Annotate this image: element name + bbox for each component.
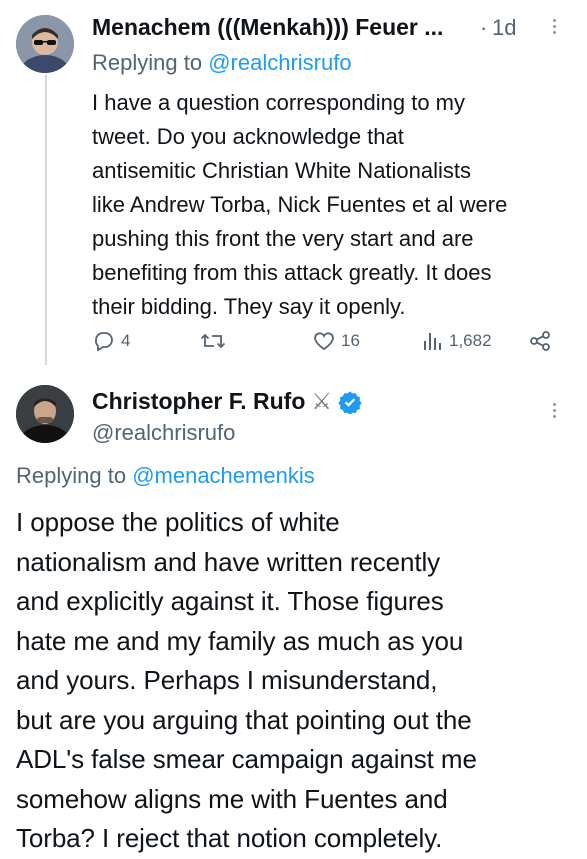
replying-to-handle-link[interactable]: @realchrisrufo <box>208 50 351 75</box>
main-body-line: I oppose the politics of white <box>16 507 340 537</box>
reply-author-name[interactable]: Menachem (((Menkah))) Feuer ... <box>92 14 443 41</box>
share-button[interactable] <box>528 329 552 353</box>
avatar-rufo[interactable] <box>16 385 74 443</box>
reply-icon <box>95 332 113 352</box>
replying-to-prefix: Replying to <box>16 463 133 488</box>
reply-body-line: their bidding. They say it openly. <box>92 294 406 319</box>
like-icon <box>314 332 334 351</box>
main-more-options-icon[interactable] <box>553 400 559 421</box>
retweet-icon <box>200 333 226 349</box>
reply-body-line: I have a question corresponding to my <box>92 90 466 115</box>
replying-to-handle-link[interactable]: @menachemenkis <box>132 463 315 488</box>
main-body-line: nationalism and have written recently <box>16 546 441 577</box>
views-icon <box>424 333 441 350</box>
main-body-line: and yours. Perhaps I misunderstand, <box>16 665 438 695</box>
reply-button[interactable]: 4 <box>92 329 130 353</box>
verified-badge-icon <box>338 391 362 414</box>
reply-body-line: antisemitic Christian White Nationalists <box>92 158 472 183</box>
main-body-line: ADL's false smear campaign against me <box>16 744 477 774</box>
main-body-line: somehow aligns me with Fuentes and <box>16 783 448 814</box>
views-count: 1,682 <box>449 331 492 350</box>
reply-body-line: benefiting from this attack greatly. It … <box>92 260 492 285</box>
reply-time-separator: · <box>480 15 488 40</box>
views-button[interactable]: 1,682 <box>422 329 492 353</box>
share-icon <box>530 331 550 351</box>
avatar-menachem[interactable] <box>16 15 74 73</box>
reply-more-options-icon[interactable] <box>553 16 559 37</box>
main-body-line: and explicitly against it. Those figures <box>16 586 444 616</box>
reply-timestamp[interactable]: 1d <box>492 15 516 41</box>
reply-body-line: pushing this front the very start and ar… <box>92 226 474 251</box>
main-author-name[interactable]: Christopher F. Rufo ⚔ <box>92 388 362 415</box>
main-replying-to: Replying to @menachemenkis <box>16 463 315 489</box>
reply-count: 4 <box>121 331 131 350</box>
crossed-swords-emoji: ⚔ <box>311 388 333 414</box>
replying-to-prefix: Replying to <box>92 50 209 75</box>
main-body-line: hate me and my family as much as you <box>16 625 464 656</box>
reply-body-line: tweet. Do you acknowledge that <box>92 124 404 149</box>
like-count: 16 <box>341 331 360 350</box>
main-body-line: but are you arguing that pointing out th… <box>16 704 472 735</box>
main-tweet-body: I oppose the politics of white nationali… <box>16 503 477 859</box>
reply-body-line: like Andrew Torba, Nick Fuentes et al we… <box>92 192 508 217</box>
thread-connector-line <box>45 75 47 365</box>
main-author-handle[interactable]: @realchrisrufo <box>92 420 235 446</box>
main-author-name-text: Christopher F. Rufo <box>92 388 306 414</box>
reply-tweet-body: I have a question corresponding to my tw… <box>92 86 507 324</box>
like-button[interactable]: 16 <box>312 329 360 353</box>
main-body-line: Torba? I reject that notion completely. <box>16 823 443 853</box>
reply-replying-to: Replying to @realchrisrufo <box>92 50 352 76</box>
retweet-button[interactable] <box>200 329 231 353</box>
